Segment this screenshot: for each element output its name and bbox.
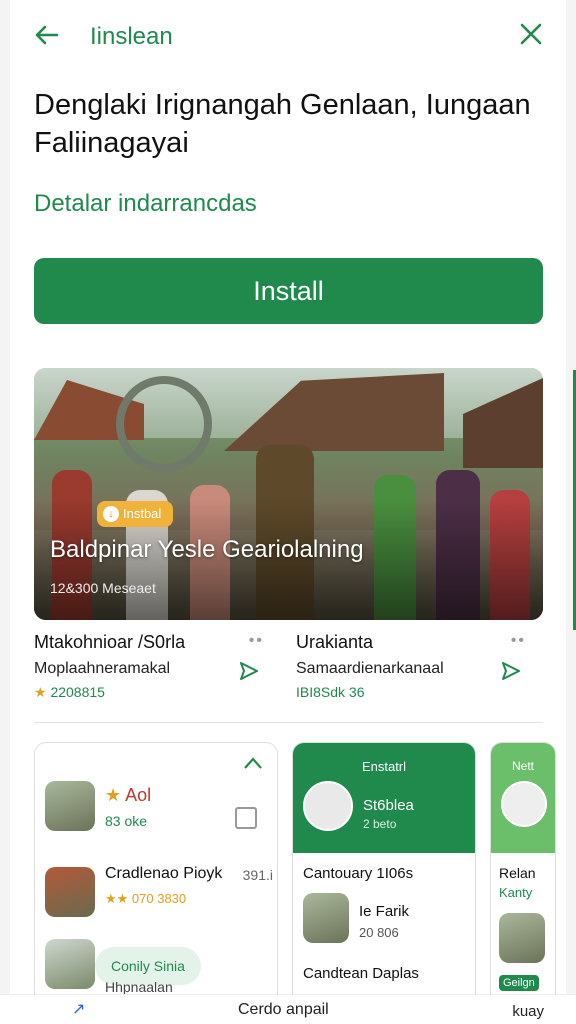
- card-line-meta: 20 806: [359, 925, 399, 940]
- app-meta: IBI8Sdk 36: [296, 684, 365, 700]
- app-thumbnail: [303, 893, 349, 943]
- hero-badge: ↓ Instbal: [97, 501, 174, 527]
- app-developer: Samaardienarkanaal: [296, 660, 444, 677]
- badge-icon: ↓: [103, 506, 119, 522]
- hero-wheel: [116, 376, 212, 472]
- more-icon[interactable]: ••: [249, 632, 264, 650]
- app-listing[interactable]: Urakianta Samaardienarkanaal IBI8Sdk 36 …: [296, 632, 526, 704]
- card-badge: Geilgn: [499, 975, 539, 991]
- app-list-card[interactable]: ★ Aol 83 oke Cradlenao Pioyk ★★ 070 3830…: [34, 742, 278, 1012]
- app-meta: ★ 2208815: [34, 684, 105, 700]
- chevron-up-icon[interactable]: [243, 753, 263, 776]
- featured-card-partial[interactable]: Nett Relan Kanty Geilgn: [490, 742, 556, 1012]
- bottom-left-icon[interactable]: ↗: [72, 999, 85, 1019]
- card-header-title: Enstatrl: [361, 759, 407, 774]
- card-header-sub: 2 beto: [363, 817, 397, 831]
- top-bar-title: Iinslean: [90, 23, 173, 50]
- bottom-right-label[interactable]: kuay: [512, 1003, 544, 1020]
- card-header-title: Nett: [511, 759, 534, 773]
- card-line: Cantouary 1I06s: [303, 865, 414, 882]
- card-line-name: Ie Farik: [359, 903, 410, 920]
- hero-badge-label: Instbal: [123, 506, 162, 521]
- app-name: Urakianta: [296, 632, 374, 652]
- hero-subtitle: 12&300 Meseaet: [50, 580, 156, 596]
- back-arrow-icon[interactable]: [32, 20, 64, 52]
- details-link[interactable]: Detalar indarrancdas: [34, 190, 257, 218]
- share-icon[interactable]: [500, 660, 522, 688]
- hero-title: Baldpinar Yesle Geariolalning: [50, 536, 364, 563]
- card-line: Relan: [499, 865, 536, 881]
- card-header-name: St6blea: [363, 797, 414, 814]
- app-thumbnail: [499, 913, 545, 963]
- bottom-center-label[interactable]: Cerdo anpail: [238, 1001, 329, 1019]
- section-divider: [34, 722, 543, 723]
- card-line: Kanty: [499, 885, 533, 900]
- app-thumbnail: [45, 867, 95, 917]
- featured-card[interactable]: Enstatrl St6blea 2 beto Cantouary 1I06s …: [292, 742, 476, 1012]
- app-detail-sheet: Iinslean Denglaki Irignangah Genlaan, Iu…: [10, 0, 566, 1024]
- app-name: Mtakohnioar /S0rla: [34, 632, 186, 652]
- close-icon[interactable]: [516, 20, 546, 50]
- top-bar: Iinslean: [10, 14, 566, 58]
- bottom-bar: ↗ Cerdo anpail kuay: [0, 994, 576, 1024]
- app-thumbnail: [45, 781, 95, 831]
- card-row-meta: 83 oke: [105, 813, 148, 829]
- card-line: Candtean Daplas: [303, 965, 419, 982]
- card-row-developer: Hhpnaalan: [105, 979, 173, 995]
- bookmark-icon[interactable]: [235, 807, 257, 829]
- card-row-name-label: Aol: [125, 785, 152, 805]
- avatar: [501, 781, 547, 827]
- page-headline: Denglaki Irignangah Genlaan, Iungaan Fal…: [34, 89, 531, 159]
- hero-banner[interactable]: ↓ Instbal Baldpinar Yesle Geariolalning …: [34, 368, 543, 620]
- card-row-name: ★ Aol: [105, 785, 152, 805]
- app-listing[interactable]: Mtakohnioar /S0rla Moplaahneramakal ★ 22…: [34, 632, 264, 704]
- install-button[interactable]: Install: [34, 258, 543, 324]
- app-developer: Moplaahneramakal: [34, 660, 171, 677]
- more-icon[interactable]: ••: [511, 632, 526, 650]
- app-thumbnail: [45, 939, 95, 989]
- card-row-rating: ★★ 070 3830: [105, 891, 187, 906]
- card-row-value: 391.i: [242, 867, 273, 883]
- app-meta-value: 2208815: [50, 684, 105, 700]
- card-row-name: Cradlenao Pioyk: [105, 865, 223, 882]
- share-icon[interactable]: [238, 660, 260, 688]
- avatar: [303, 781, 353, 831]
